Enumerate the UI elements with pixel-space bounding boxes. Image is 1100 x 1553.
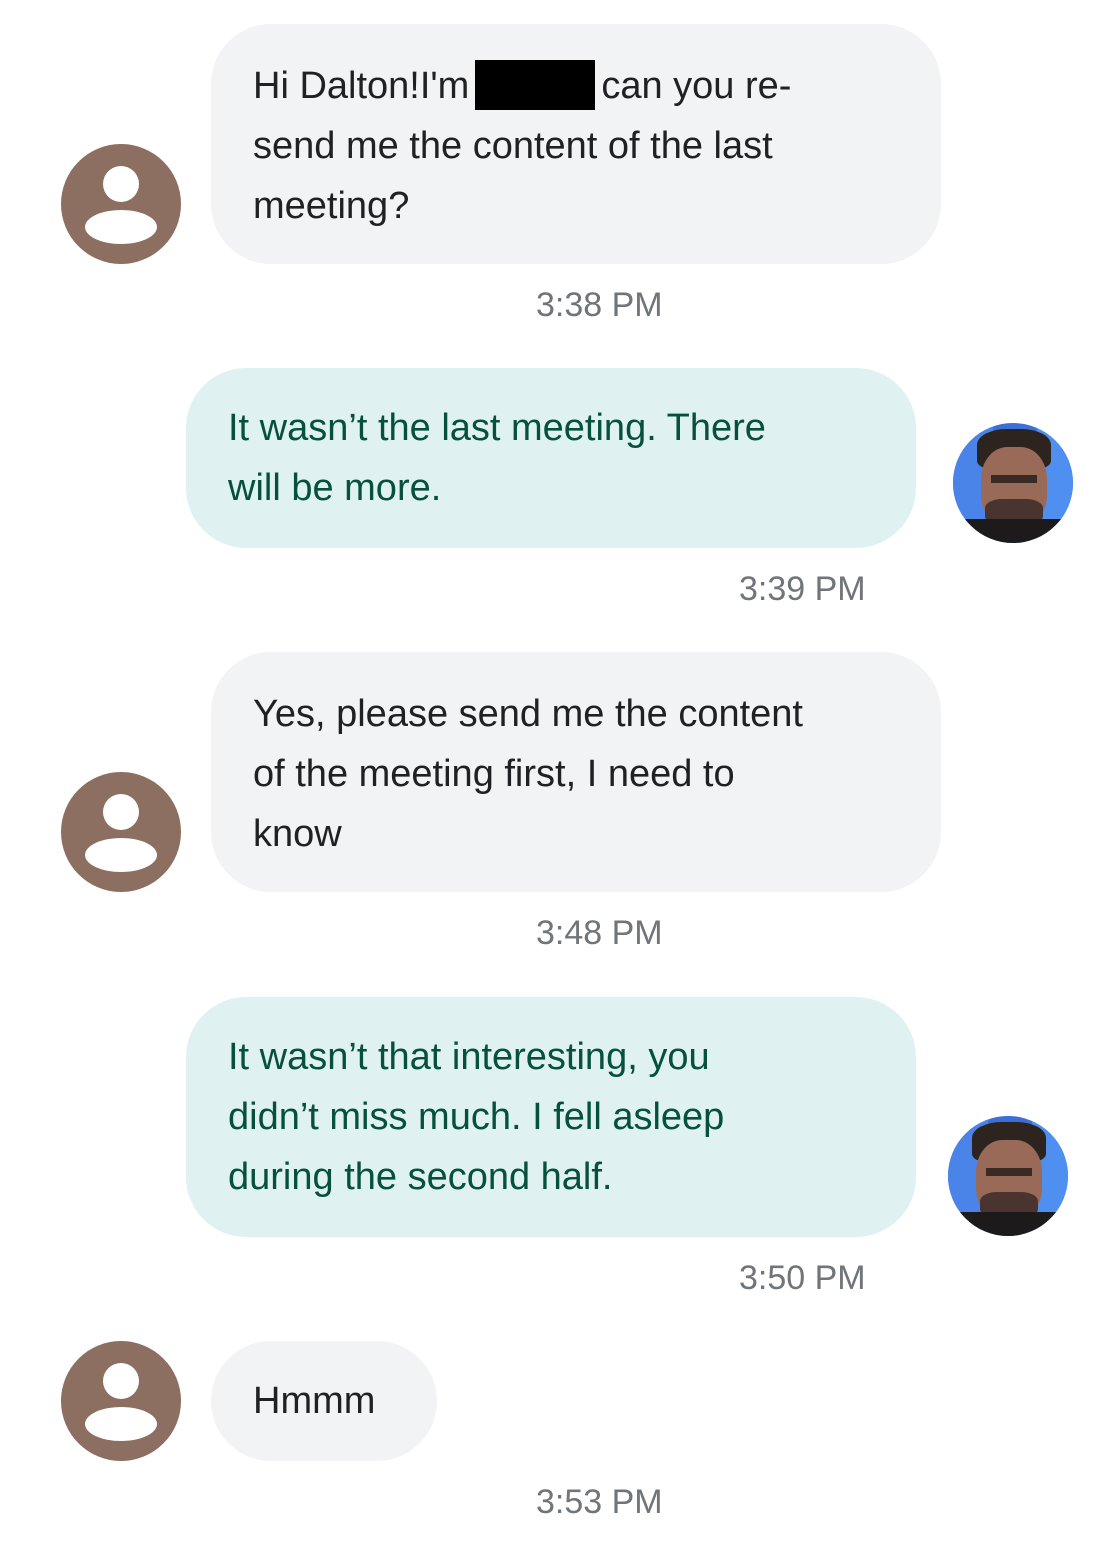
photo-eyes: [986, 1168, 1032, 1176]
contact-avatar: [61, 772, 181, 892]
redaction-box: [475, 60, 596, 110]
message-bubble-outgoing[interactable]: It wasn’t the last meeting. There will b…: [186, 368, 916, 548]
person-icon-head: [103, 794, 139, 830]
message-line: didn’t miss much. I fell asleep: [228, 1096, 725, 1138]
message-line: of the meeting first, I need to: [253, 753, 735, 795]
message-line: It wasn’t the last meeting. There: [228, 407, 766, 449]
own-avatar: [953, 423, 1073, 543]
message-timestamp: 3:50 PM: [739, 1259, 866, 1297]
message-timestamp: 3:39 PM: [739, 570, 866, 608]
message-line: send me the content of the last: [253, 125, 773, 167]
message-line: Hmmm: [253, 1380, 376, 1422]
photo-eyes: [991, 475, 1037, 483]
message-line: know: [253, 813, 342, 855]
own-avatar: [948, 1116, 1068, 1236]
message-line: Hi Dalton!I'm can you re-: [253, 56, 901, 116]
message-timestamp: 3:53 PM: [536, 1483, 663, 1521]
message-line: will be more.: [228, 467, 442, 509]
contact-avatar: [61, 144, 181, 264]
person-icon-body: [85, 210, 157, 244]
message-line: It wasn’t that interesting, you: [228, 1036, 710, 1078]
message-timestamp: 3:48 PM: [536, 914, 663, 952]
person-icon-body: [85, 1407, 157, 1441]
photo-shirt: [948, 1212, 1068, 1236]
photo-shirt: [953, 519, 1073, 543]
message-line: during the second half.: [228, 1156, 613, 1198]
message-bubble-incoming[interactable]: Yes, please send me the content of the m…: [211, 652, 941, 892]
contact-avatar: [61, 1341, 181, 1461]
message-timestamp: 3:38 PM: [536, 286, 663, 324]
message-bubble-outgoing[interactable]: It wasn’t that interesting, you didn’t m…: [186, 997, 916, 1237]
message-line: meeting?: [253, 185, 410, 227]
person-icon-body: [85, 838, 157, 872]
message-bubble-incoming[interactable]: Hmmm: [211, 1341, 437, 1461]
person-icon-head: [103, 1363, 139, 1399]
message-bubble-incoming[interactable]: Hi Dalton!I'm can you re- send me the con…: [211, 24, 941, 264]
message-line: Yes, please send me the content: [253, 693, 803, 735]
person-icon-head: [103, 166, 139, 202]
